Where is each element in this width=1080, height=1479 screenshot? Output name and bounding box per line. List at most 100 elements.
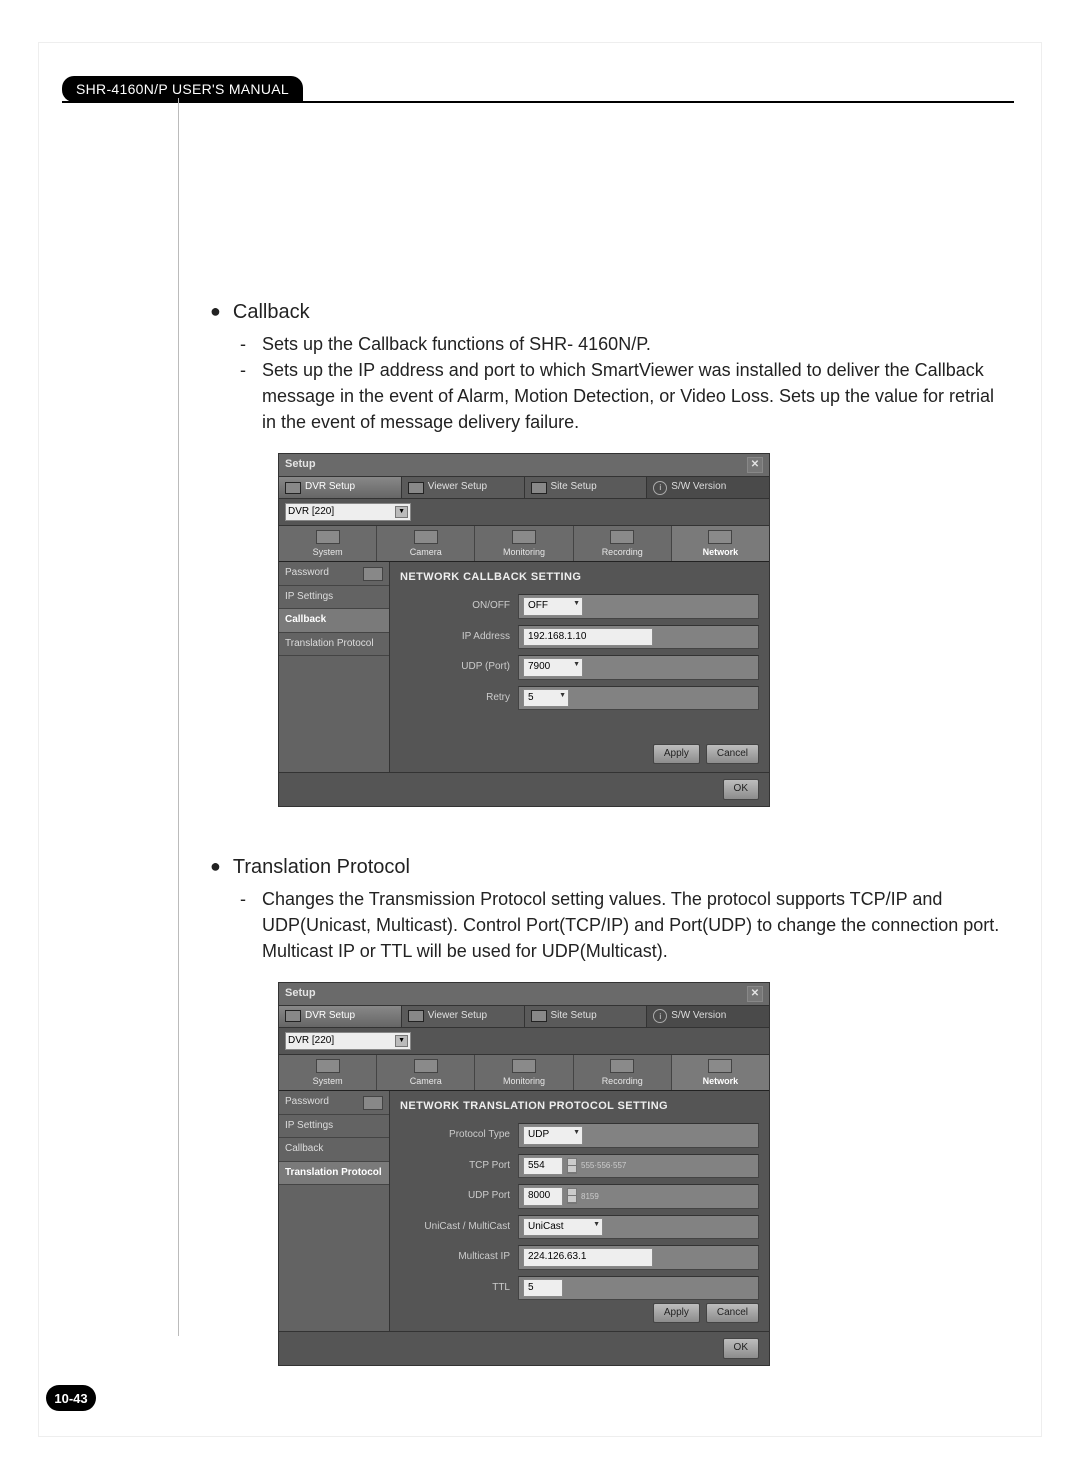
network-icon (708, 530, 732, 544)
tab-row: DVR Setup Viewer Setup Site Setup i S/W … (279, 476, 769, 499)
system-icon (316, 1059, 340, 1073)
mode-system[interactable]: System (279, 526, 377, 561)
tab-sw-version[interactable]: i S/W Version (647, 1006, 769, 1027)
translation-section-title: NETWORK TRANSLATION PROTOCOL SETTING (400, 1095, 759, 1123)
udp-port-range: 8159 (581, 1191, 599, 1203)
monitoring-icon (512, 530, 536, 544)
tcp-port-range: 555·556·557 (581, 1160, 626, 1172)
row-cast: UniCast / MultiCast UniCast (400, 1215, 759, 1240)
header-title: SHR-4160N/P USER'S MANUAL (62, 76, 303, 102)
password-icon (363, 567, 383, 581)
dash-icon: - (240, 357, 252, 435)
mode-camera-label: Camera (410, 547, 442, 557)
dvr-select[interactable]: DVR [220] ▼ (285, 503, 411, 522)
mode-monitoring-label: Monitoring (503, 547, 545, 557)
sidebar-ip-label: IP Settings (285, 590, 333, 605)
dialog-footer: OK (279, 772, 769, 806)
tcp-port-stepper[interactable] (567, 1158, 577, 1174)
ip-address-input[interactable]: 192.168.1.10 (523, 628, 653, 647)
sidebar-item-callback[interactable]: Callback (279, 1138, 389, 1162)
dvr-select-row: DVR [220] ▼ (279, 1028, 769, 1055)
protocol-type-select[interactable]: UDP (523, 1126, 583, 1145)
sidebar-item-password[interactable]: Password (279, 1091, 389, 1115)
sidebar-item-callback[interactable]: Callback (279, 609, 389, 633)
mode-network-label: Network (703, 1076, 739, 1086)
onoff-value: OFF (528, 599, 548, 614)
settings-main: NETWORK TRANSLATION PROTOCOL SETTING Pro… (390, 1091, 769, 1331)
ttl-input[interactable]: 5 (523, 1279, 563, 1298)
sidebar-item-ip-settings[interactable]: IP Settings (279, 586, 389, 610)
monitor-icon (285, 1010, 301, 1022)
udp-port-input[interactable]: 8000 (523, 1187, 563, 1206)
sidebar-item-translation-protocol[interactable]: Translation Protocol (279, 633, 389, 657)
tab-viewer-setup[interactable]: Viewer Setup (402, 477, 525, 498)
close-icon[interactable]: ✕ (747, 986, 763, 1002)
tab-viewer-setup[interactable]: Viewer Setup (402, 1006, 525, 1027)
sidebar-item-translation-protocol[interactable]: Translation Protocol (279, 1162, 389, 1186)
mode-monitoring[interactable]: Monitoring (475, 526, 573, 561)
mode-monitoring[interactable]: Monitoring (475, 1055, 573, 1090)
sidebar-callback-label: Callback (285, 1142, 323, 1157)
tab-site-setup[interactable]: Site Setup (525, 477, 648, 498)
field-udp-wrap: 8000 8159 (518, 1184, 759, 1209)
ok-button[interactable]: OK (723, 779, 759, 800)
content-area: ● Callback - Sets up the Callback functi… (210, 298, 1010, 1378)
udp-port-stepper[interactable] (567, 1188, 577, 1204)
dialog-title: Setup (285, 457, 316, 473)
field-proto-wrap: UDP (518, 1123, 759, 1148)
mode-system[interactable]: System (279, 1055, 377, 1090)
page-number-badge: 10-43 (46, 1385, 96, 1411)
row-ip-address: IP Address 192.168.1.10 (400, 625, 759, 650)
sidebar-item-password[interactable]: Password (279, 562, 389, 586)
dialog-titlebar: Setup ✕ (279, 983, 769, 1005)
settings-sidebar: Password IP Settings Callback Translatio… (279, 1091, 390, 1331)
ok-button[interactable]: OK (723, 1338, 759, 1359)
mode-camera[interactable]: Camera (377, 526, 475, 561)
tab-sw-version[interactable]: i S/W Version (647, 477, 769, 498)
tab-dvr-setup[interactable]: DVR Setup (279, 477, 402, 498)
tab-dvr-label: DVR Setup (305, 480, 355, 495)
tab-dvr-label: DVR Setup (305, 1009, 355, 1024)
settings-main: NETWORK CALLBACK SETTING ON/OFF OFF IP A… (390, 562, 769, 772)
callback-text-2: Sets up the IP address and port to which… (262, 357, 1010, 435)
multicast-ip-input[interactable]: 224.126.63.1 (523, 1248, 653, 1267)
chevron-down-icon: ▼ (395, 506, 408, 518)
mode-network[interactable]: Network (672, 1055, 769, 1090)
mode-system-label: System (313, 547, 343, 557)
callback-desc-1: - Sets up the Callback functions of SHR-… (240, 331, 1010, 357)
tab-site-setup[interactable]: Site Setup (525, 1006, 648, 1027)
field-retry-wrap: 5 (518, 686, 759, 711)
sidebar-item-ip-settings[interactable]: IP Settings (279, 1115, 389, 1139)
mode-recording[interactable]: Recording (574, 1055, 672, 1090)
mode-recording[interactable]: Recording (574, 526, 672, 561)
site-icon (531, 482, 547, 494)
mode-camera[interactable]: Camera (377, 1055, 475, 1090)
row-udp-port: UDP (Port) 7900 (400, 655, 759, 680)
tcp-port-input[interactable]: 554 (523, 1157, 563, 1176)
margin-rule (178, 98, 179, 1336)
cancel-button[interactable]: Cancel (706, 1303, 759, 1324)
mode-system-label: System (313, 1076, 343, 1086)
tab-site-label: Site Setup (551, 480, 597, 495)
retry-select[interactable]: 5 (523, 689, 569, 708)
onoff-select[interactable]: OFF (523, 597, 583, 616)
network-icon (708, 1059, 732, 1073)
cancel-button[interactable]: Cancel (706, 744, 759, 765)
udp-port-select[interactable]: 7900 (523, 658, 583, 677)
cast-select[interactable]: UniCast (523, 1218, 603, 1237)
dialog-button-row: Apply Cancel (653, 744, 759, 765)
setup-dialog-callback: Setup ✕ DVR Setup Viewer Setup Site Setu… (278, 453, 770, 807)
label-ttl: TTL (400, 1281, 518, 1296)
row-retry: Retry 5 (400, 686, 759, 711)
close-icon[interactable]: ✕ (747, 457, 763, 473)
apply-button[interactable]: Apply (653, 1303, 700, 1324)
row-udp-port: UDP Port 8000 8159 (400, 1184, 759, 1209)
dvr-select[interactable]: DVR [220] ▼ (285, 1032, 411, 1051)
dvr-select-row: DVR [220] ▼ (279, 499, 769, 526)
field-onoff-wrap: OFF (518, 594, 759, 619)
mode-network-label: Network (703, 547, 739, 557)
mode-network[interactable]: Network (672, 526, 769, 561)
tab-dvr-setup[interactable]: DVR Setup (279, 1006, 402, 1027)
apply-button[interactable]: Apply (653, 744, 700, 765)
row-onoff: ON/OFF OFF (400, 594, 759, 619)
